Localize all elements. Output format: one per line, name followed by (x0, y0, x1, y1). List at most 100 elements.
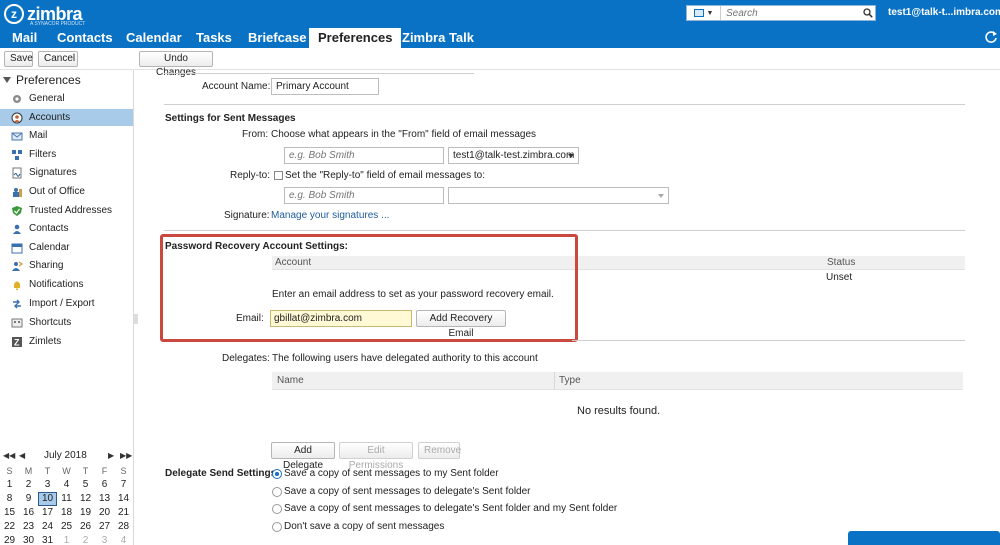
calendar-day-other-month[interactable]: 4 (114, 534, 133, 545)
calendar-day-today[interactable]: 10 (38, 492, 57, 506)
tab-calendar[interactable]: Calendar (124, 28, 184, 48)
weekday: S (120, 466, 127, 476)
sidebar-item-out-of-office[interactable]: Out of Office (0, 183, 133, 200)
sidebar-item-notifications[interactable]: Notifications (0, 276, 133, 293)
calendar-day[interactable]: 9 (19, 492, 38, 506)
calendar-day[interactable]: 7 (114, 478, 133, 492)
sidebar-item-sharing[interactable]: Sharing (0, 257, 133, 274)
save-button[interactable]: Save (4, 51, 33, 67)
calendar-day[interactable]: 31 (38, 534, 57, 545)
calendar-day[interactable]: 25 (57, 520, 76, 534)
calendar-day[interactable]: 3 (38, 478, 57, 492)
sidebar-item-trusted-addresses[interactable]: Trusted Addresses (0, 202, 133, 219)
zimbra-logo[interactable]: z zimbra A SYNACOR PRODUCT (4, 4, 85, 27)
from-address-select[interactable]: test1@talk-test.zimbra.com (448, 147, 579, 164)
calendar-day[interactable]: 24 (38, 520, 57, 534)
search-type-dropdown[interactable]: ▼ (687, 6, 721, 20)
sidebar-item-label: Trusted Addresses (29, 205, 113, 216)
chevron-down-icon (658, 194, 664, 198)
calendar-day[interactable]: 27 (95, 520, 114, 534)
calendar-day[interactable]: 28 (114, 520, 133, 534)
tab-contacts[interactable]: Contacts (55, 28, 115, 48)
calendar-day[interactable]: 4 (57, 478, 76, 492)
calendar-day-other-month[interactable]: 2 (76, 534, 95, 545)
from-name-input[interactable] (284, 147, 444, 164)
calendar-day[interactable]: 1 (0, 478, 19, 492)
calendar-day[interactable]: 26 (76, 520, 95, 534)
column-status[interactable]: Status (827, 257, 855, 268)
sidebar-item-calendar[interactable]: Calendar (0, 239, 133, 256)
delegate-send-radio-both[interactable] (272, 504, 282, 514)
chat-panel-tab[interactable] (848, 531, 1000, 545)
sidebar-item-mail[interactable]: Mail (0, 127, 133, 144)
reply-to-address-select[interactable] (448, 187, 669, 204)
sidebar-item-filters[interactable]: Filters (0, 146, 133, 163)
calendar-day-other-month[interactable]: 3 (95, 534, 114, 545)
top-bar: z zimbra A SYNACOR PRODUCT ▼ test1@talk-… (0, 0, 1000, 28)
calendar-day[interactable]: 6 (95, 478, 114, 492)
weekday: T (82, 466, 89, 476)
reply-to-name-input[interactable] (284, 187, 444, 204)
calendar-day[interactable]: 8 (0, 492, 19, 506)
calendar-day-other-month[interactable]: 1 (57, 534, 76, 545)
sharing-icon (11, 260, 23, 272)
calendar-day[interactable]: 5 (76, 478, 95, 492)
calendar-day[interactable]: 16 (19, 506, 38, 520)
calendar-day[interactable]: 30 (19, 534, 38, 545)
delegate-send-option-label: Save a copy of sent messages to my Sent … (284, 468, 499, 479)
sidebar-item-zimlets[interactable]: Z Zimlets (0, 333, 133, 350)
prev-month-icon[interactable]: ◀ (19, 451, 25, 460)
sidebar-item-accounts[interactable]: Accounts (0, 109, 133, 126)
add-delegate-button[interactable]: Add Delegate (271, 442, 335, 471)
tab-briefcase[interactable]: Briefcase (246, 28, 309, 48)
calendar-day[interactable]: 17 (38, 506, 57, 520)
calendar-day[interactable]: 20 (95, 506, 114, 520)
remove-delegate-button[interactable]: Remove (418, 442, 461, 459)
calendar-day[interactable]: 2 (19, 478, 38, 492)
column-name[interactable]: Name (277, 375, 304, 386)
calendar-day[interactable]: 14 (114, 492, 133, 506)
calendar-day[interactable]: 21 (114, 506, 133, 520)
search-button[interactable] (861, 6, 875, 20)
sidebar-item-general[interactable]: General (0, 90, 133, 107)
sidebar-item-label: Notifications (29, 279, 84, 290)
reply-to-checkbox[interactable] (274, 171, 283, 180)
calendar-day[interactable]: 12 (76, 492, 95, 506)
cancel-button[interactable]: Cancel (38, 51, 78, 67)
mini-calendar-title[interactable]: July 2018 (44, 450, 87, 461)
delegate-send-radio-delegate-sent[interactable] (272, 487, 282, 497)
calendar-day[interactable]: 13 (95, 492, 114, 506)
calendar-day[interactable]: 29 (0, 534, 19, 545)
delegate-send-radio-my-sent[interactable] (272, 469, 282, 479)
next-year-icon[interactable]: ▶▶ (120, 451, 132, 460)
tree-header[interactable]: Preferences (3, 73, 81, 87)
sidebar-item-shortcuts[interactable]: Shortcuts (0, 314, 133, 331)
toolbar: Save Cancel Undo Changes (0, 48, 1000, 78)
calendar-day[interactable]: 23 (19, 520, 38, 534)
accounts-icon (11, 112, 23, 124)
tab-zimbra-talk[interactable]: Zimbra Talk (400, 28, 476, 48)
manage-signatures-link[interactable]: Manage your signatures ... (271, 210, 389, 221)
delegate-send-radio-none[interactable] (272, 522, 282, 532)
sidebar-item-signatures[interactable]: Signatures (0, 164, 133, 181)
calendar-day[interactable]: 15 (0, 506, 19, 520)
calendar-day[interactable]: 22 (0, 520, 19, 534)
tab-tasks[interactable]: Tasks (194, 28, 234, 48)
sidebar-item-contacts[interactable]: Contacts (0, 220, 133, 237)
tab-preferences[interactable]: Preferences (309, 28, 402, 48)
refresh-icon[interactable] (984, 30, 998, 44)
calendar-day[interactable]: 19 (76, 506, 95, 520)
undo-changes-button[interactable]: Undo Changes (139, 51, 213, 78)
calendar-day[interactable]: 11 (57, 492, 76, 506)
next-month-icon[interactable]: ▶ (108, 451, 114, 460)
prev-year-icon[interactable]: ◀◀ (3, 451, 15, 460)
tab-mail[interactable]: Mail (10, 28, 39, 48)
column-type[interactable]: Type (559, 375, 581, 386)
search-input[interactable] (721, 6, 861, 20)
sidebar-item-import-export[interactable]: Import / Export (0, 295, 133, 312)
user-menu[interactable]: test1@talk-t...imbra.com (888, 7, 1000, 18)
calendar-day[interactable]: 18 (57, 506, 76, 520)
edit-permissions-button[interactable]: Edit Permissions (339, 442, 413, 471)
account-name-input[interactable] (271, 78, 379, 95)
search-type-icon (693, 9, 704, 17)
